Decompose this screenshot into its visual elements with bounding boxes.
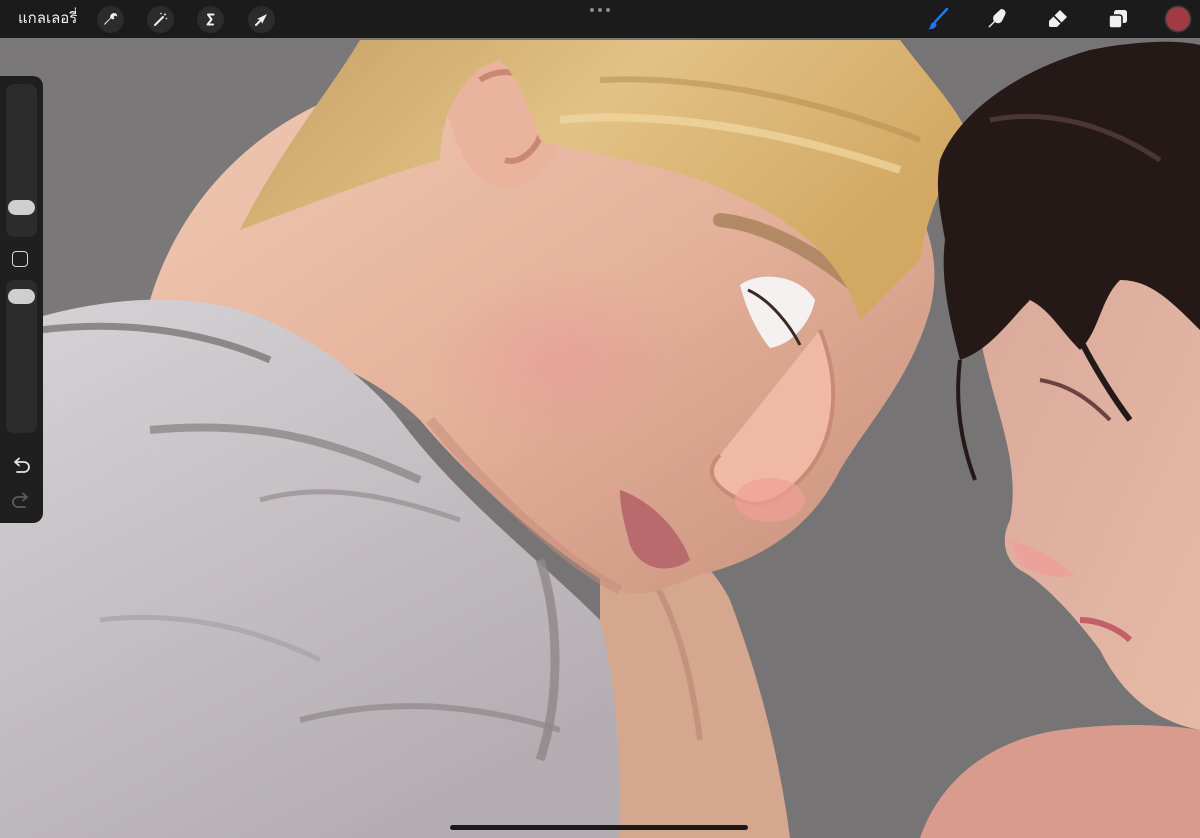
undo-icon	[14, 457, 30, 473]
procreate-app: แกลเลอรี่	[0, 0, 1200, 838]
smudge-tool-button[interactable]	[984, 5, 1012, 33]
wrench-icon	[104, 13, 118, 25]
magic-wand-icon	[154, 12, 168, 26]
transform-button[interactable]	[248, 6, 275, 33]
brush-opacity-slider[interactable]	[6, 280, 37, 433]
eraser-tool-button[interactable]	[1044, 5, 1072, 33]
actions-button[interactable]	[97, 6, 124, 33]
arrow-cursor-icon	[255, 14, 267, 26]
selection-button[interactable]	[197, 6, 224, 33]
eraser-icon	[1049, 10, 1067, 27]
redo-button[interactable]	[10, 491, 32, 511]
brush-size-slider[interactable]	[6, 84, 37, 237]
brush-size-thumb[interactable]	[8, 199, 35, 215]
ellipsis-icon	[590, 8, 594, 12]
selection-s-icon	[206, 13, 215, 26]
brush-icon	[928, 7, 949, 30]
brush-tool-button[interactable]	[924, 5, 952, 33]
drawing-canvas[interactable]	[0, 0, 1200, 838]
more-options-button[interactable]	[588, 4, 612, 16]
adjustments-button[interactable]	[147, 6, 174, 33]
layers-button[interactable]	[1104, 5, 1132, 33]
color-picker-button[interactable]	[1166, 7, 1190, 31]
top-toolbar: แกลเลอรี่	[0, 0, 1200, 38]
redo-icon	[12, 492, 28, 508]
layers-icon	[1108, 10, 1127, 29]
modify-button[interactable]	[12, 251, 28, 267]
gallery-button[interactable]: แกลเลอรี่	[18, 9, 77, 29]
smudge-finger-icon	[988, 9, 1006, 28]
undo-button[interactable]	[10, 456, 32, 476]
home-indicator	[450, 825, 748, 830]
artwork	[0, 0, 1200, 838]
left-sidebar	[0, 76, 43, 523]
brush-opacity-thumb[interactable]	[8, 288, 35, 304]
